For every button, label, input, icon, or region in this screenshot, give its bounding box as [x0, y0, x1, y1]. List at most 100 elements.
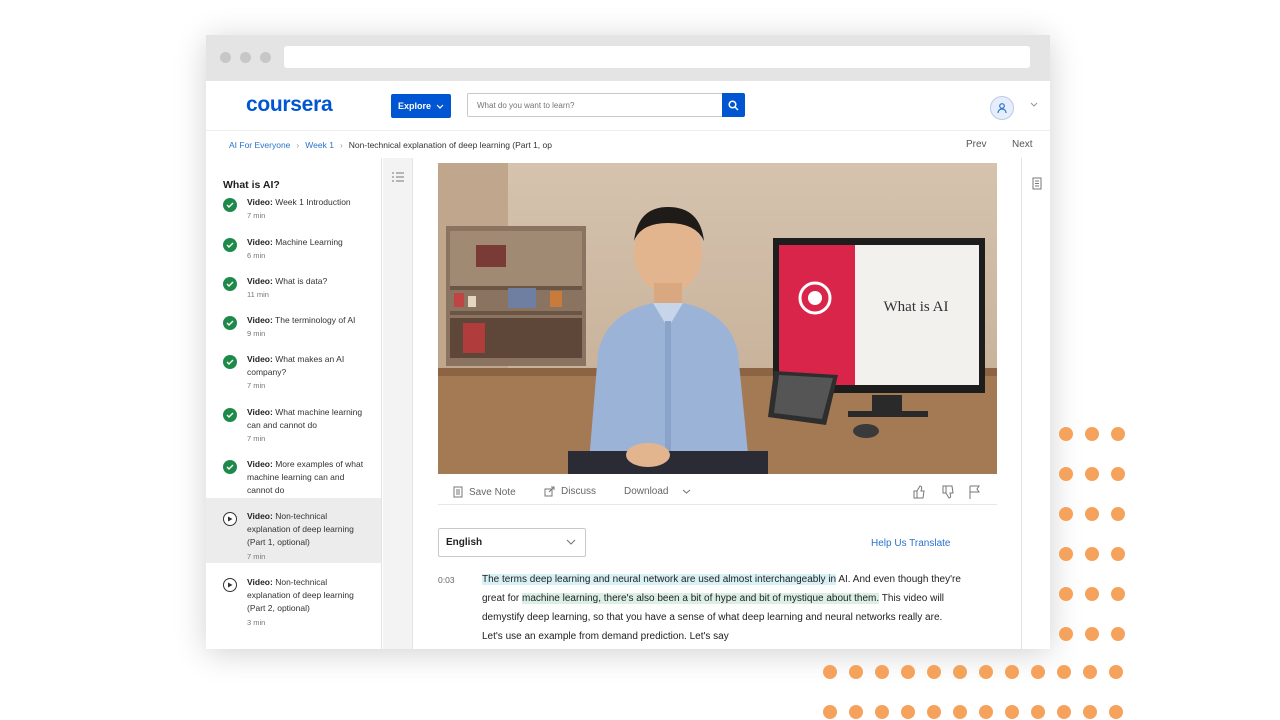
window-control-dot[interactable] — [220, 52, 231, 63]
lesson-sidebar: What is AI? Video: Week 1 Introduction 7 … — [206, 158, 382, 649]
transcript: The terms deep learning and neural netwo… — [482, 570, 964, 646]
decorative-dot — [1031, 705, 1045, 719]
decorative-dot — [1057, 705, 1071, 719]
decorative-dot — [1111, 587, 1125, 601]
prev-button[interactable]: Prev — [966, 139, 987, 150]
breadcrumb-separator-icon: › — [339, 140, 343, 150]
decorative-dot — [1005, 705, 1019, 719]
decorative-dot — [953, 705, 967, 719]
menu-list-icon[interactable] — [391, 171, 405, 183]
explore-button[interactable]: Explore — [391, 94, 451, 118]
play-circle-icon — [223, 512, 237, 526]
save-note-label: Save Note — [469, 486, 516, 498]
address-bar[interactable] — [284, 46, 1030, 68]
sidebar-lesson-item[interactable]: Video: Machine Learning 6 min — [206, 236, 381, 276]
language-select[interactable]: English — [438, 528, 586, 557]
decorative-dot — [901, 665, 915, 679]
window-control-dot[interactable] — [260, 52, 271, 63]
decorative-dot — [1059, 507, 1073, 521]
check-circle-icon — [223, 460, 237, 474]
sidebar-lesson-item[interactable]: Video: What machine learning can and can… — [206, 406, 381, 459]
decorative-dot — [1083, 665, 1097, 679]
search-icon — [728, 99, 739, 111]
transcript-highlight[interactable]: machine learning, there's also been a bi… — [522, 593, 880, 604]
save-note-button[interactable]: Save Note — [453, 486, 516, 498]
lesson-duration: 7 min — [247, 381, 266, 391]
decorative-dot — [875, 665, 889, 679]
lesson-title: What is data? — [275, 276, 328, 286]
lesson-text: Video: Non-technical explanation of deep… — [247, 576, 372, 630]
breadcrumb-week[interactable]: Week 1 — [305, 140, 334, 150]
thumbs-down-icon[interactable] — [941, 485, 955, 499]
flag-icon[interactable] — [968, 485, 980, 499]
lesson-duration: 7 min — [247, 434, 266, 444]
lesson-duration: 9 min — [247, 329, 266, 339]
decorative-dot — [1111, 467, 1125, 481]
lesson-duration: 7 min — [247, 211, 266, 221]
lesson-kind: Video: — [247, 511, 273, 521]
chevron-down-icon — [566, 539, 576, 545]
notes-icon[interactable] — [1032, 177, 1042, 190]
discuss-button[interactable]: Discuss — [544, 486, 596, 497]
decorative-dot — [1085, 427, 1099, 441]
sidebar-lesson-item[interactable]: Video: What makes an AI company? 7 min — [206, 353, 381, 407]
lesson-duration: 7 min — [247, 551, 266, 561]
language-selected: English — [446, 537, 483, 548]
check-circle-icon — [223, 198, 237, 212]
decorative-dot — [1111, 427, 1125, 441]
download-button[interactable]: Download — [624, 486, 691, 497]
decorative-dot — [1085, 547, 1099, 561]
decorative-dot — [1109, 665, 1123, 679]
discuss-label: Discuss — [561, 486, 597, 497]
decorative-dot — [901, 705, 915, 719]
chevron-down-icon — [436, 104, 444, 109]
window-control-dot[interactable] — [240, 52, 251, 63]
decorative-dot — [1059, 467, 1073, 481]
decorative-dot — [1085, 467, 1099, 481]
decorative-dot — [1059, 587, 1073, 601]
lesson-text: Video: Week 1 Introduction 7 min — [247, 196, 372, 223]
decorative-dot — [849, 705, 863, 719]
next-button[interactable]: Next — [1012, 139, 1033, 150]
lesson-text: Video: What makes an AI company? 7 min — [247, 353, 372, 393]
sidebar-lesson-item[interactable]: Video: Week 1 Introduction 7 min — [206, 196, 381, 236]
lesson-kind: Video: — [247, 197, 273, 207]
lesson-kind: Video: — [247, 237, 273, 247]
sidebar-lesson-item[interactable]: Video: The terminology of AI 9 min — [206, 314, 381, 354]
explore-label: Explore — [397, 101, 431, 111]
decorative-dot — [979, 665, 993, 679]
lesson-title: Week 1 Introduction — [275, 197, 351, 207]
breadcrumb-current: Non-technical explanation of deep learni… — [348, 140, 552, 150]
sidebar-lesson-item[interactable]: Video: Non-technical explanation of deep… — [206, 498, 381, 563]
transcript-timestamp[interactable]: 0:03 — [438, 575, 455, 585]
lesson-kind: Video: — [247, 276, 273, 286]
thumbs-up-icon[interactable] — [912, 485, 926, 499]
sidebar-title: What is AI? — [223, 179, 280, 191]
breadcrumb: AI For Everyone › Week 1 › Non-technical… — [206, 131, 1050, 158]
decorative-dot — [927, 705, 941, 719]
decorative-dot — [1083, 705, 1097, 719]
decorative-dot — [979, 705, 993, 719]
lecture-video-frame: What is AI — [438, 163, 997, 474]
avatar[interactable] — [990, 96, 1014, 120]
decorative-dot — [1059, 427, 1073, 441]
coursera-logo[interactable]: coursera — [246, 93, 333, 117]
lesson-title: The terminology of AI — [275, 315, 356, 325]
sidebar-lesson-item[interactable]: Video: What is data? 11 min — [206, 275, 381, 315]
decorative-dot — [1057, 665, 1071, 679]
check-circle-icon — [223, 277, 237, 291]
breadcrumb-course[interactable]: AI For Everyone — [229, 140, 290, 150]
check-circle-icon — [223, 238, 237, 252]
search-button[interactable] — [722, 93, 745, 117]
search-input[interactable] — [467, 93, 724, 117]
transcript-highlight[interactable]: The terms deep learning and neural netwo… — [482, 574, 837, 585]
chevron-down-icon[interactable] — [1030, 102, 1038, 107]
decorative-dot — [849, 665, 863, 679]
video-player[interactable]: What is AI — [438, 163, 997, 474]
help-translate-link[interactable]: Help Us Translate — [871, 538, 950, 549]
lesson-text: Video: The terminology of AI 9 min — [247, 314, 372, 341]
decorative-dot — [875, 705, 889, 719]
sidebar-lesson-item[interactable]: Video: Non-technical explanation of deep… — [206, 576, 381, 636]
chevron-down-icon — [683, 489, 691, 494]
slide-title: What is AI — [884, 299, 949, 315]
